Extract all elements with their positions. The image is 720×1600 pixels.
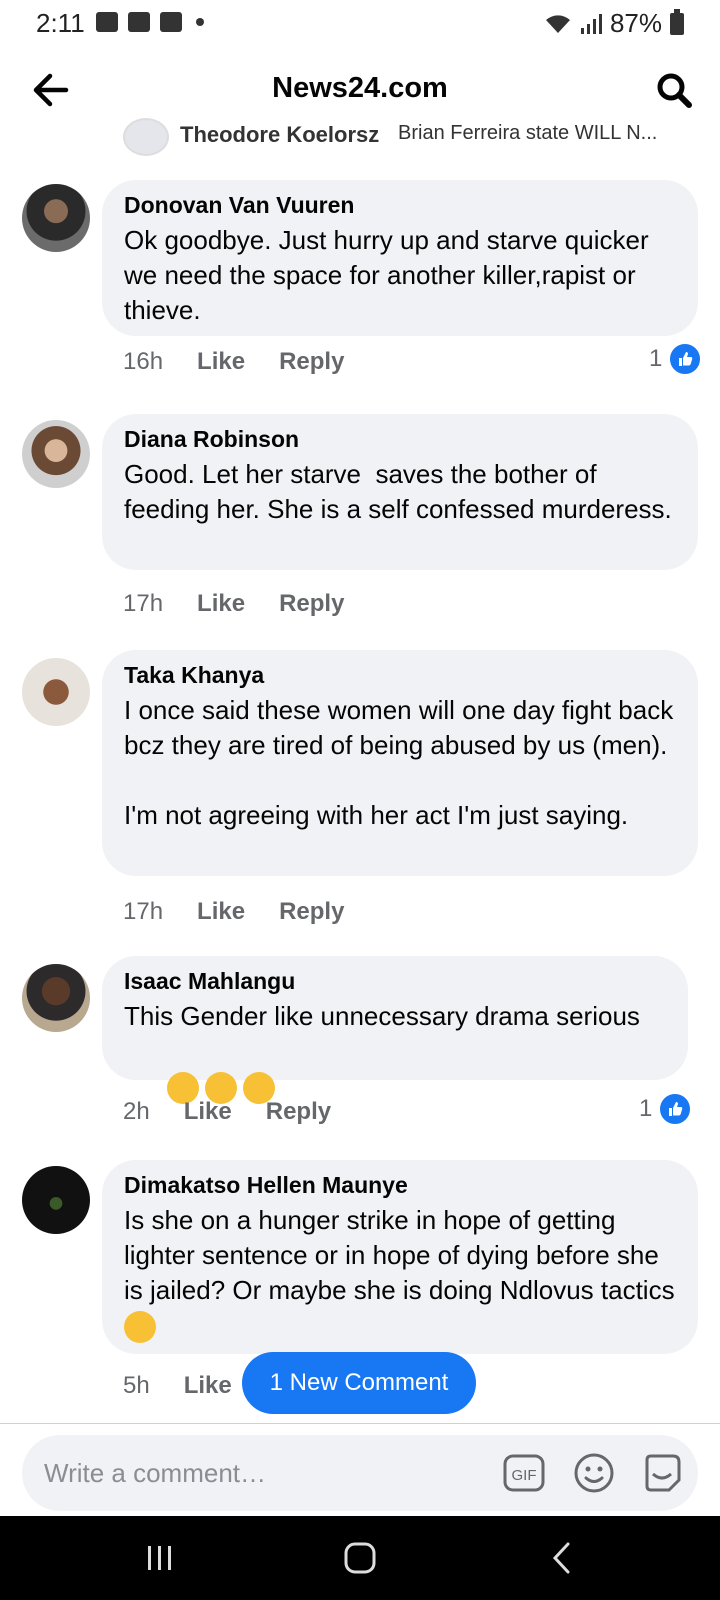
comment-text: Good. Let her starve saves the bother of…	[124, 459, 672, 524]
avatar[interactable]	[22, 658, 90, 726]
recent-apps-icon	[148, 1546, 171, 1570]
comment-text: Is she on a hunger strike in hope of get…	[124, 1203, 676, 1344]
system-nav-bar	[0, 1516, 720, 1600]
like-button[interactable]: Like	[197, 348, 245, 376]
like-button[interactable]: Like	[184, 1372, 232, 1400]
reply-button[interactable]: Reply	[279, 348, 344, 376]
reply-button[interactable]: Reply	[279, 898, 344, 926]
comment-author[interactable]: Donovan Van Vuuren	[124, 192, 676, 219]
gif-button[interactable]: GIF	[500, 1449, 548, 1497]
comment-time: 17h	[123, 590, 164, 617]
comment-preview: Brian Ferreira state WILL N...	[398, 122, 658, 144]
divider	[0, 1423, 720, 1424]
partial-comment: Theodore Koelorsz Brian Ferreira state W…	[0, 118, 720, 158]
comment-author[interactable]: Diana Robinson	[124, 426, 676, 453]
signal-icon	[580, 13, 602, 34]
status-time: 2:11	[36, 8, 85, 38]
comment-bubble: Donovan Van Vuuren Ok goodbye. Just hurr…	[102, 180, 698, 336]
reaction-number: 1	[639, 1095, 653, 1122]
comment-input[interactable]	[42, 1457, 466, 1490]
avatar[interactable]	[123, 118, 169, 156]
sticker-button[interactable]	[638, 1449, 686, 1497]
comment-composer: GIF	[22, 1435, 698, 1511]
reaction-count[interactable]: 1	[639, 1092, 693, 1126]
comment-time: 17h	[123, 898, 164, 925]
comment-actions: 2h Like Reply	[123, 1098, 331, 1126]
emoji-icon	[574, 1453, 614, 1493]
avatar[interactable]	[22, 184, 90, 252]
reply-button[interactable]: Reply	[279, 590, 344, 618]
new-comment-button[interactable]: 1 New Comment	[242, 1352, 476, 1414]
wifi-icon	[545, 14, 570, 33]
avatar[interactable]	[22, 1166, 90, 1234]
comment-actions: 5h Like	[123, 1372, 232, 1400]
avatar[interactable]	[22, 964, 90, 1032]
home-icon	[344, 1542, 376, 1574]
more-notifications-icon	[196, 18, 204, 26]
emoji-button[interactable]	[570, 1449, 618, 1497]
comment-text: I once said these women will one day fig…	[124, 695, 674, 830]
page-title: News24.com	[272, 72, 448, 104]
comment-text-content: Is she on a hunger strike in hope of get…	[124, 1205, 675, 1305]
home-button[interactable]	[330, 1534, 390, 1582]
reaction-count[interactable]: 1	[649, 342, 703, 376]
comment-text-content: This Gender like unnecessary drama serio…	[124, 1001, 640, 1031]
comment-time: 2h	[123, 1098, 150, 1125]
comment-bubble: Taka Khanya I once said these women will…	[102, 650, 698, 876]
like-button[interactable]: Like	[197, 898, 245, 926]
comment-actions: 16h Like Reply	[123, 348, 344, 376]
gif-icon: GIF	[503, 1454, 545, 1492]
reaction-number: 1	[649, 345, 663, 372]
recent-apps-button[interactable]	[130, 1534, 190, 1582]
facebook-icon	[128, 12, 150, 32]
notification-icons	[96, 12, 204, 32]
news-app-icon	[160, 12, 182, 32]
comment-bubble: Diana Robinson Good. Let her starve save…	[102, 414, 698, 570]
comment-bubble: Dimakatso Hellen Maunye Is she on a hung…	[102, 1160, 698, 1354]
comment-actions: 17h Like Reply	[123, 898, 344, 926]
gif-label: GIF	[512, 1467, 537, 1484]
like-button[interactable]: Like	[197, 590, 245, 618]
comment-actions: 17h Like Reply	[123, 590, 344, 618]
like-icon	[658, 1092, 693, 1126]
search-button[interactable]	[648, 64, 700, 116]
comment-author[interactable]: Taka Khanya	[124, 662, 676, 689]
comment-time: 16h	[123, 348, 164, 375]
nav-back-button[interactable]	[532, 1534, 592, 1582]
status-right: 87%	[544, 8, 684, 39]
avatar[interactable]	[22, 420, 90, 488]
battery-icon	[670, 8, 684, 35]
battery-percent: 87%	[609, 8, 662, 38]
comment-author[interactable]: Isaac Mahlangu	[124, 968, 666, 995]
comment-bubble: Isaac Mahlangu This Gender like unnecess…	[102, 956, 688, 1105]
comment-time: 5h	[123, 1372, 150, 1399]
comment-author[interactable]: Theodore Koelorsz	[180, 122, 379, 148]
reply-button[interactable]: Reply	[266, 1098, 331, 1126]
like-button[interactable]: Like	[184, 1098, 232, 1126]
comment-author[interactable]: Dimakatso Hellen Maunye	[124, 1172, 676, 1199]
thinking-emoji-icon	[124, 1311, 156, 1344]
nav-back-icon	[552, 1542, 570, 1574]
sticker-icon	[645, 1454, 681, 1492]
status-bar: 2:11 87%	[0, 0, 720, 46]
like-icon	[668, 342, 703, 376]
search-icon	[657, 73, 692, 108]
gallery-icon	[96, 12, 118, 32]
comment-text: Ok goodbye. Just hurry up and starve qui…	[124, 225, 656, 325]
